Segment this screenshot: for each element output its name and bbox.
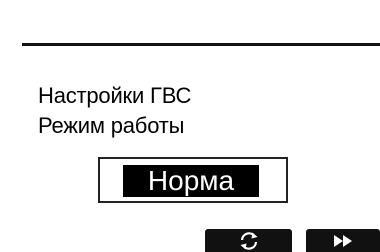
mode-selector[interactable]: Норма xyxy=(98,157,288,203)
section-title: Настройки ГВС xyxy=(38,83,192,108)
refresh-icon xyxy=(240,231,257,250)
controller-display: Настройки ГВС Режим работы Норма xyxy=(0,0,380,252)
parameter-label: Режим работы xyxy=(38,113,185,138)
change-value-softkey[interactable] xyxy=(205,229,292,252)
fast-forward-icon xyxy=(334,234,352,247)
next-softkey[interactable] xyxy=(306,229,380,252)
header-divider xyxy=(22,43,380,46)
mode-value: Норма xyxy=(123,165,259,197)
